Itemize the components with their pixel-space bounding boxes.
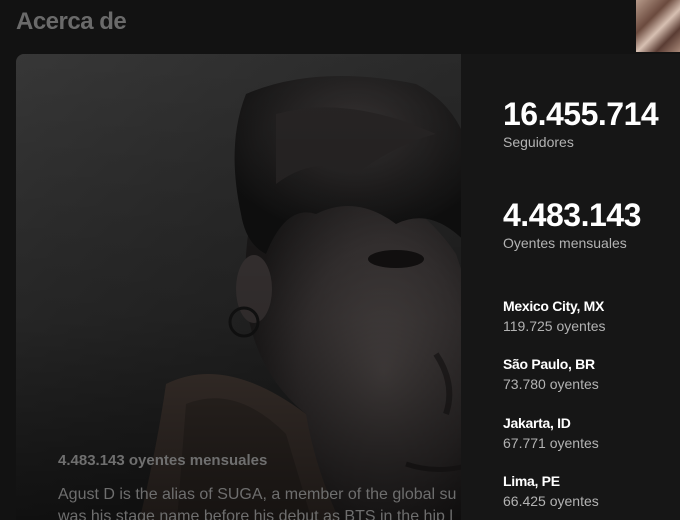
city-listeners: 119.725 oyentes xyxy=(503,318,606,334)
city-item: São Paulo, BR 73.780 oyentes xyxy=(503,356,599,392)
artist-bio: Agust D is the alias of SUGA, a member o… xyxy=(58,484,476,520)
corner-image-thumbnail[interactable] xyxy=(636,0,680,52)
city-name: Lima, PE xyxy=(503,473,560,489)
followers-count: 16.455.714 xyxy=(503,96,659,132)
monthly-listeners-label: Oyentes mensuales xyxy=(503,235,627,251)
city-name: São Paulo, BR xyxy=(503,356,595,372)
artist-about-section: Acerca de 4.483.143 oyentes mensuales Ag… xyxy=(0,0,680,520)
bio-line: Agust D is the alias of SUGA, a member o… xyxy=(58,486,457,503)
stats-panel: 16.455.714 Seguidores 4.483.143 Oyentes … xyxy=(461,54,680,520)
city-listeners: 73.780 oyentes xyxy=(503,376,599,392)
bio-line: was his stage name before his debut as B… xyxy=(58,508,453,520)
city-item: Lima, PE 66.425 oyentes xyxy=(503,473,599,509)
city-listeners: 66.425 oyentes xyxy=(503,493,599,509)
monthly-listeners-stat: 4.483.143 Oyentes mensuales xyxy=(503,197,641,251)
section-title: Acerca de xyxy=(16,8,127,35)
followers-label: Seguidores xyxy=(503,134,574,150)
monthly-listeners-count: 4.483.143 xyxy=(503,197,641,233)
city-name: Jakarta, ID xyxy=(503,415,571,431)
city-item: Mexico City, MX 119.725 oyentes xyxy=(503,298,606,334)
city-name: Mexico City, MX xyxy=(503,298,605,314)
card-monthly-listeners: 4.483.143 oyentes mensuales xyxy=(58,452,268,469)
card-gradient-overlay xyxy=(16,54,476,520)
city-listeners: 67.771 oyentes xyxy=(503,435,599,451)
city-item: Jakarta, ID 67.771 oyentes xyxy=(503,415,599,451)
about-card[interactable]: 4.483.143 oyentes mensuales Agust D is t… xyxy=(16,54,476,520)
followers-stat: 16.455.714 Seguidores xyxy=(503,96,659,150)
